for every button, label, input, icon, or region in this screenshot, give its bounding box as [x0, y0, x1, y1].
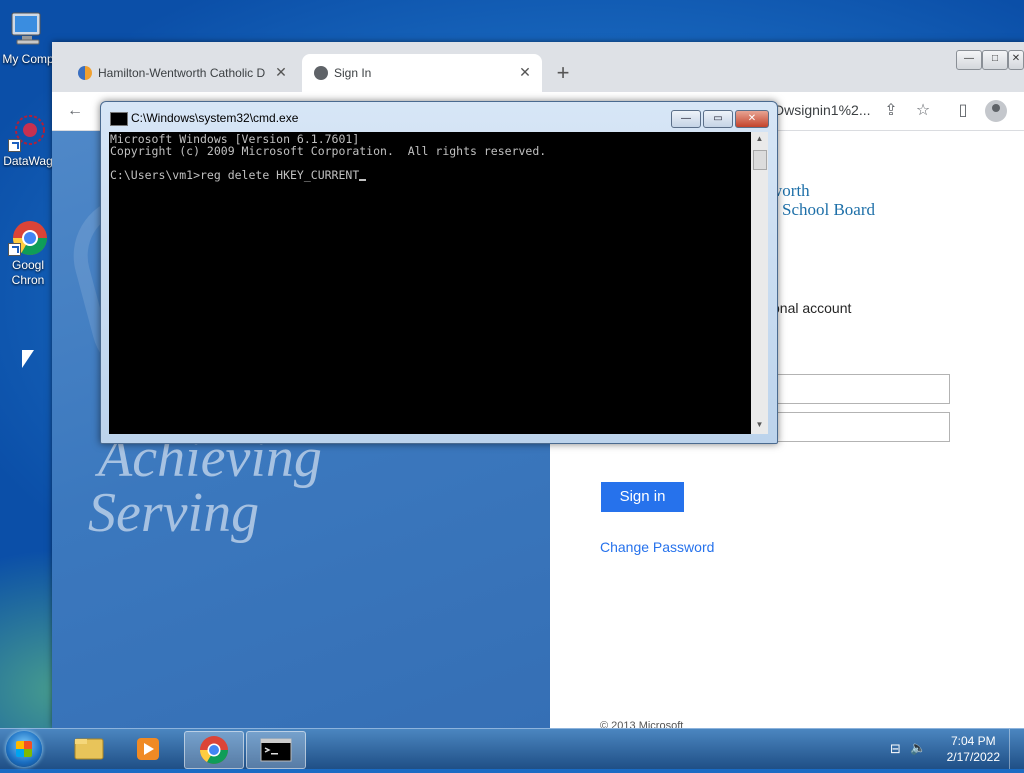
desktop-icon-datawag[interactable]: DataWag: [2, 112, 54, 169]
copyright-text: © 2013 Microsoft: [600, 720, 684, 728]
site-favicon-icon: [78, 66, 92, 80]
taskbar-cmd[interactable]: [246, 731, 306, 769]
minimize-button[interactable]: —: [956, 50, 982, 70]
tab-title: Sign In: [334, 66, 372, 80]
clock[interactable]: 7:04 PM 2/17/2022: [947, 733, 1000, 765]
computer-icon: [8, 10, 48, 50]
start-button[interactable]: [6, 731, 42, 767]
tab-hamilton-wentworth[interactable]: Hamilton-Wentworth Catholic D ✕: [66, 54, 298, 92]
globe-icon: [314, 66, 328, 80]
scroll-up-icon[interactable]: ▲: [751, 134, 768, 143]
chrome-icon: [200, 736, 228, 764]
bookmark-star-icon[interactable]: ☆: [912, 100, 934, 122]
cmd-maximize-button[interactable]: ▭: [703, 110, 733, 128]
cmd-icon: [110, 112, 128, 126]
side-panel-icon[interactable]: ▯: [952, 100, 974, 122]
media-player-icon: [137, 738, 159, 760]
shortcut-arrow-icon: [8, 139, 21, 152]
tab-strip: Hamilton-Wentworth Catholic D ✕ Sign In …: [52, 42, 1024, 92]
system-tray: ⊟ 🔈 7:04 PM 2/17/2022: [884, 729, 1024, 769]
close-window-button[interactable]: ✕: [1008, 50, 1024, 70]
console-prompt-line[interactable]: C:\Users\vm1>reg delete HKEY_CURRENT: [110, 168, 367, 182]
change-password-link[interactable]: Change Password: [600, 539, 714, 555]
cmd-close-button[interactable]: ✕: [735, 110, 769, 128]
scroll-down-icon[interactable]: ▼: [751, 420, 768, 429]
account-instruction: onal account: [772, 300, 852, 316]
back-icon[interactable]: ←: [64, 100, 86, 122]
shortcut-arrow-icon: [8, 243, 21, 256]
command-text: C:\Users\vm1>reg delete HKEY_CURRENT: [110, 168, 360, 182]
new-tab-button[interactable]: +: [552, 62, 574, 84]
close-tab-icon[interactable]: ✕: [516, 63, 534, 81]
maximize-button[interactable]: □: [982, 50, 1008, 70]
taskbar: ⊟ 🔈 7:04 PM 2/17/2022: [0, 728, 1024, 769]
mouse-pointer-icon: [22, 350, 34, 368]
desktop-icon-my-computer[interactable]: My Comp: [2, 10, 54, 67]
taskbar-media-player[interactable]: [120, 731, 178, 767]
chrome-icon: [8, 216, 48, 256]
tab-title: Hamilton-Wentworth Catholic D: [98, 66, 266, 80]
org-name-line2: School Board: [782, 200, 876, 219]
scroll-thumb[interactable]: [753, 150, 767, 170]
text-cursor: [359, 179, 367, 181]
desktop-icon-label: DataWag: [3, 154, 53, 168]
desktop-icon-label: My Comp: [2, 52, 54, 66]
network-icon[interactable]: ⊟: [890, 741, 901, 757]
desktop-icon-label: Googl Chron: [11, 258, 45, 287]
tab-sign-in[interactable]: Sign In ✕: [302, 54, 542, 92]
folder-icon: [74, 738, 104, 760]
desktop-icon-google-chrome[interactable]: Googl Chron: [2, 216, 54, 288]
volume-icon[interactable]: 🔈: [910, 740, 926, 756]
clock-time: 7:04 PM: [950, 734, 996, 748]
clock-date: 2/17/2022: [946, 750, 1000, 764]
cmd-icon: [260, 738, 292, 762]
cmd-title: C:\Windows\system32\cmd.exe: [131, 111, 299, 125]
cmd-window[interactable]: C:\Windows\system32\cmd.exe — ▭ ✕ Micros…: [100, 101, 778, 444]
desktop: My Comp DataWag Googl Chron Hamilton-Wen…: [0, 0, 1024, 728]
close-tab-icon[interactable]: ✕: [272, 63, 290, 81]
address-bar-text[interactable]: Dwsignin1%2...: [774, 102, 871, 118]
cmd-minimize-button[interactable]: —: [671, 110, 701, 128]
hero-word: Serving: [88, 482, 260, 544]
console-output[interactable]: Microsoft Windows [Version 6.1.7601] Cop…: [109, 132, 751, 434]
taskbar-explorer[interactable]: [60, 731, 118, 767]
cmd-scrollbar[interactable]: ▲ ▼: [751, 132, 768, 434]
console-line: Copyright (c) 2009 Microsoft Corporation…: [110, 144, 547, 158]
profile-avatar-icon[interactable]: [985, 100, 1007, 122]
share-icon[interactable]: ⇪: [880, 100, 902, 122]
taskbar-chrome[interactable]: [184, 731, 244, 769]
sign-in-button[interactable]: Sign in: [601, 482, 684, 512]
show-desktop-button[interactable]: [1009, 729, 1024, 769]
datawag-icon: [8, 112, 48, 152]
